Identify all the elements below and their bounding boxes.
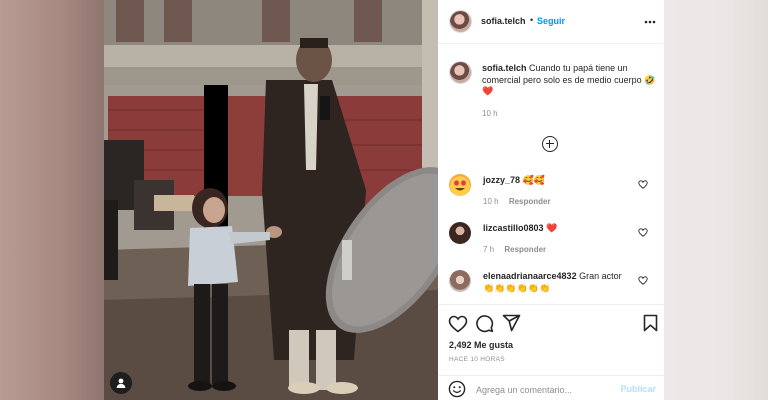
comment-avatar[interactable] <box>449 174 471 196</box>
blurred-backdrop-left <box>0 0 104 400</box>
comment-time: 7 h <box>483 245 495 254</box>
heart-small-icon[interactable] <box>638 228 648 237</box>
post-side-panel: sofia.telch • Seguir sofia.telch Cuando … <box>438 0 664 400</box>
comment-bar: Publicar <box>438 375 664 400</box>
author-username[interactable]: sofia.telch <box>481 16 526 26</box>
comment-item: jozzy_78 🥰🥰 10 h Responder <box>438 172 664 212</box>
comment-item: elenaadrianaarce4832 Gran actor 👏👏👏👏👏👏 <box>438 268 664 302</box>
comment-item: lizcastillo0803 ❤️ 7 h Responder <box>438 220 664 260</box>
comment-emojis: 👏👏👏👏👏👏 <box>483 283 551 293</box>
share-icon[interactable] <box>502 314 521 332</box>
likes-count[interactable]: 2,492 Me gusta <box>449 340 513 350</box>
heart-small-icon[interactable] <box>638 276 648 285</box>
comment-avatar[interactable] <box>449 222 471 244</box>
emoji-icon <box>454 180 466 191</box>
reply-button[interactable]: Responder <box>504 245 546 254</box>
follow-button[interactable]: Seguir <box>537 16 565 26</box>
comment-input[interactable] <box>476 383 616 397</box>
comment-username[interactable]: elenaadrianaarce4832 <box>483 271 577 281</box>
heart-small-icon[interactable] <box>638 180 648 189</box>
comment-time: 10 h <box>483 197 499 206</box>
save-icon[interactable] <box>643 314 658 332</box>
blurred-backdrop-right <box>664 0 768 400</box>
emoji-picker-icon[interactable] <box>448 380 466 398</box>
caption-avatar[interactable] <box>450 62 471 83</box>
tagged-user-icon[interactable] <box>110 372 132 394</box>
comment-avatar[interactable] <box>449 270 471 292</box>
post-header: sofia.telch • Seguir <box>438 0 664 44</box>
publish-button[interactable]: Publicar <box>620 384 656 394</box>
comment-username[interactable]: lizcastillo0803 <box>483 223 544 233</box>
comment-text: 🥰🥰 <box>522 175 545 185</box>
more-options-icon[interactable] <box>644 20 656 24</box>
person-glyph <box>116 378 126 388</box>
post-caption: sofia.telch Cuando tu papá tiene un come… <box>482 63 658 98</box>
caption-time: 10 h <box>482 109 498 118</box>
post-photo[interactable] <box>104 0 438 400</box>
separator-dot: • <box>530 15 534 25</box>
comment-text: ❤️ <box>546 223 558 233</box>
reply-button[interactable]: Responder <box>509 197 551 206</box>
caption-username[interactable]: sofia.telch <box>482 63 527 73</box>
comment-username[interactable]: jozzy_78 <box>483 175 520 185</box>
author-avatar[interactable] <box>450 11 471 32</box>
like-icon[interactable] <box>448 315 468 333</box>
post-actions: 2,492 Me gusta HACE 10 HORAS Publicar <box>438 304 664 400</box>
photo-illustration <box>104 0 438 400</box>
comment-icon[interactable] <box>475 314 494 333</box>
comment-text: Gran actor <box>579 271 622 281</box>
add-comment-icon[interactable] <box>542 136 558 152</box>
posted-time: HACE 10 HORAS <box>449 356 505 363</box>
